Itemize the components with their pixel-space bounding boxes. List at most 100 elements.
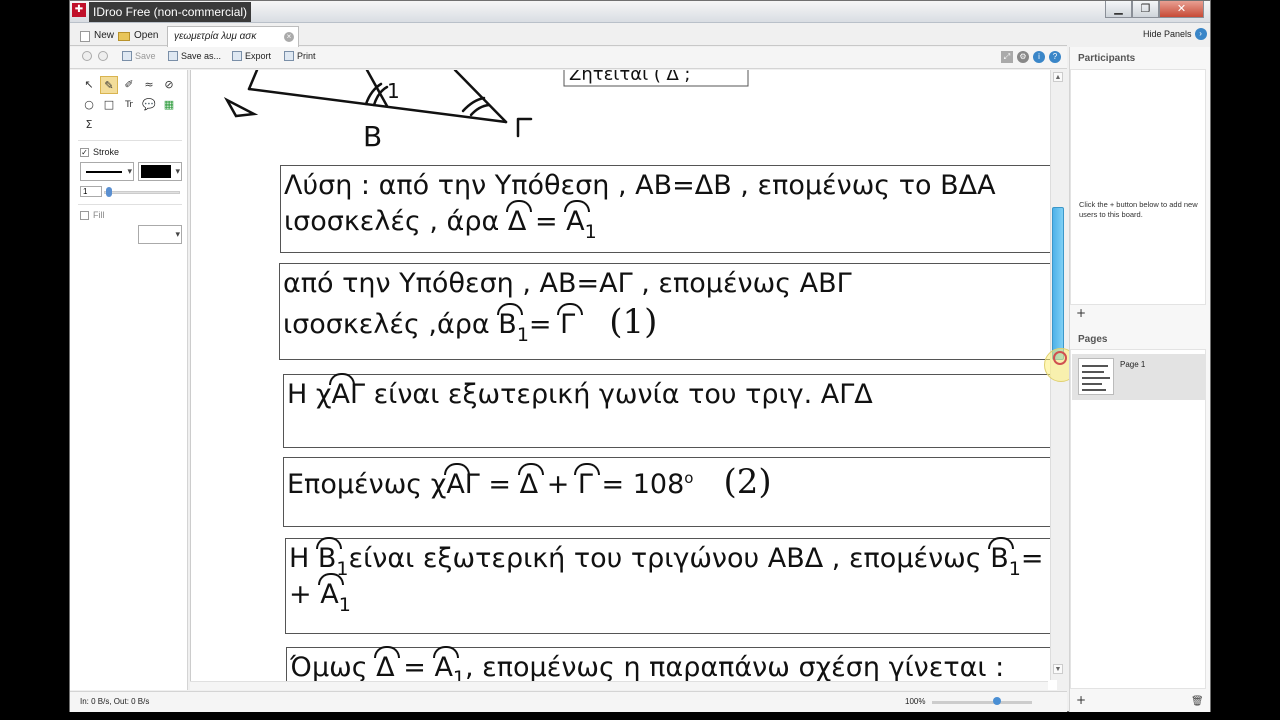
solution-step-2[interactable]: από την Υπόθεση , ΑΒ=ΑΓ , επομένως ΑΒΓ ι… — [279, 263, 1057, 360]
save-button[interactable]: Save — [122, 51, 156, 61]
network-status: In: 0 B/s, Out: 0 B/s — [80, 697, 150, 706]
solution-step-3[interactable]: Η χΑΓ είναι εξωτερική γωνία του τριγ. ΑΓ… — [283, 373, 1057, 448]
solution-step-4[interactable]: Επομένως χΑΓ = Δ + Γ = 108o (2) — [283, 457, 1057, 527]
value-108: = 108 — [592, 469, 685, 500]
stroke-width-slider[interactable] — [104, 191, 180, 194]
close-tab-icon[interactable]: × — [284, 32, 294, 42]
horizontal-scrollbar[interactable] — [190, 681, 1048, 690]
stroke-width-input[interactable]: 1 — [80, 186, 102, 197]
step4-prefix: Επομένως — [287, 469, 431, 500]
point-d-mark — [223, 96, 259, 118]
stroke-color-select[interactable] — [138, 162, 182, 181]
step3-rest: είναι εξωτερική γωνία του τριγ. ΑΓΔ — [365, 379, 873, 410]
step6-prefix: Όμως — [290, 652, 377, 683]
scroll-up-arrow-icon[interactable]: ▲ — [1053, 72, 1063, 82]
highlighter-icon[interactable]: ✐ — [120, 76, 138, 94]
equals-sign: = — [528, 309, 561, 340]
zoom-slider[interactable] — [932, 701, 1032, 704]
minimize-button[interactable]: ▁ — [1105, 1, 1132, 18]
stroke-width-slider-thumb[interactable] — [106, 187, 112, 197]
status-bar: In: 0 B/s, Out: 0 B/s 100% — [70, 691, 1067, 712]
angle-b-hat: Β — [988, 537, 1014, 577]
ellipse-icon[interactable]: ○ — [80, 96, 98, 114]
smooth-line-icon[interactable]: ≈ — [140, 76, 158, 94]
maximize-button[interactable]: ❐ — [1132, 1, 1159, 18]
fill-color-select[interactable] — [138, 225, 182, 244]
page-item[interactable]: Page 1 — [1072, 354, 1206, 400]
eraser-icon[interactable]: ⊘ — [160, 76, 178, 94]
new-board-button[interactable]: New — [80, 26, 114, 46]
trash-icon[interactable]: 🗑 — [1191, 696, 1204, 707]
undo-button[interactable] — [82, 51, 92, 61]
window-title: IDroo Free (non-commercial) — [89, 2, 252, 22]
stroke-label: Stroke — [93, 147, 120, 157]
step1-line2: ισοσκελές , άρα Δ = Α1 — [284, 200, 597, 250]
redo-button[interactable] — [98, 51, 108, 61]
fullscreen-icon[interactable]: ⤢ — [1001, 51, 1013, 63]
settings-icon[interactable]: ⚙ — [1017, 51, 1029, 63]
save-as-button[interactable]: Save as... — [168, 51, 221, 61]
rectangle-icon[interactable]: □ — [100, 96, 118, 114]
new-label: New — [94, 30, 115, 41]
drawing-tools-panel: ↖ ✎ ✐ ≈ ⊘ ○ □ Tr 💬 ▦ Σ ✓ Stroke 1 Fill — [70, 70, 188, 690]
zoom-level: 100% — [905, 697, 926, 706]
solution-step-5[interactable]: Η Β1είναι εξωτερική του τριγώνου ΑΒΔ , ε… — [285, 537, 1057, 634]
tab-document[interactable]: γεωμετρία λυμ ασκ × — [167, 26, 299, 47]
angle-b-hat: Β — [496, 303, 522, 343]
image-icon[interactable]: ▦ — [160, 96, 178, 114]
subscript: 1 — [1008, 558, 1021, 580]
right-side-panel: Participants Click the + button below to… — [1069, 47, 1210, 712]
print-label: Print — [297, 51, 316, 61]
step2-line1: από την Υπόθεση , ΑΒ=ΑΓ , επομένως ΑΒΓ — [283, 268, 852, 299]
print-button[interactable]: Print — [284, 51, 316, 61]
angle-xag-hat: χΑΓ — [431, 463, 480, 503]
save-icon — [122, 51, 132, 61]
select-pointer-icon[interactable]: ↖ — [80, 76, 98, 94]
angle-g-hat: Γ — [556, 303, 583, 343]
cursor-click-ring — [1053, 351, 1067, 365]
add-participant-icon[interactable]: + — [1076, 306, 1086, 320]
checkbox-unchecked-icon[interactable] — [80, 210, 89, 220]
help-icon[interactable]: ? — [1049, 51, 1061, 63]
save-as-icon — [168, 51, 178, 61]
comment-icon[interactable]: 💬 — [140, 96, 158, 114]
fill-toggle[interactable]: Fill — [80, 210, 105, 220]
open-board-button[interactable]: Open — [118, 26, 158, 46]
scroll-down-arrow-icon[interactable]: ▼ — [1053, 664, 1063, 674]
step6-rest: , επομένως η παραπάνω σχέση γίνεται : — [465, 652, 1005, 683]
new-document-icon — [80, 30, 90, 42]
hide-panels-button[interactable]: Hide Panels › — [1143, 28, 1207, 40]
title-bar[interactable]: ✚ IDroo Free (non-commercial) ▁ ❐ ✕ — [70, 1, 1210, 23]
triangle-side — [247, 70, 259, 91]
whiteboard-canvas[interactable]: Β 1 Ζητείται ( ∆ ; Λύση : από την Υπόθεσ… — [190, 70, 1057, 690]
export-icon — [232, 51, 242, 61]
close-button[interactable]: ✕ — [1159, 1, 1204, 18]
participants-list: Click the + button below to add new user… — [1070, 69, 1206, 305]
export-button[interactable]: Export — [232, 51, 271, 61]
step5-prefix: Η — [289, 543, 318, 574]
pencil-icon[interactable]: ✎ — [100, 76, 118, 94]
save-as-label: Save as... — [181, 51, 222, 61]
line-style-select[interactable] — [80, 162, 134, 181]
partial-box-text: Ζητείται ( ∆ ; — [569, 70, 690, 85]
solution-step-1[interactable]: Λύση : από την Υπόθεση , ΑΒ=ΔΒ , επομένω… — [280, 165, 1057, 253]
tab-bar: New Open γεωμετρία λυμ ασκ × — [70, 24, 1067, 47]
page-label: Page 1 — [1120, 360, 1146, 369]
add-page-icon[interactable]: + — [1076, 693, 1086, 707]
checkbox-checked-icon[interactable]: ✓ — [80, 147, 89, 157]
hide-panels-label: Hide Panels — [1143, 29, 1192, 39]
save-label: Save — [135, 51, 156, 61]
text-tool-icon[interactable]: Tr — [120, 96, 138, 114]
stroke-toggle[interactable]: ✓ Stroke — [80, 147, 119, 157]
app-window: ✚ IDroo Free (non-commercial) ▁ ❐ ✕ New … — [69, 0, 1211, 712]
step2-line2-prefix: ισοσκελές ,άρα — [283, 309, 499, 340]
scrollbar-thumb[interactable] — [1052, 207, 1064, 360]
info-icon[interactable]: i — [1033, 51, 1045, 63]
zoom-slider-thumb[interactable] — [993, 697, 1001, 705]
equals-sign: = — [1020, 543, 1053, 574]
step5-line2: + Α1 — [289, 573, 351, 623]
triangle-side — [453, 70, 508, 124]
angle-d-hat: Δ — [517, 463, 545, 503]
page-thumbnail[interactable] — [1078, 358, 1114, 395]
formula-icon[interactable]: Σ — [80, 116, 98, 134]
